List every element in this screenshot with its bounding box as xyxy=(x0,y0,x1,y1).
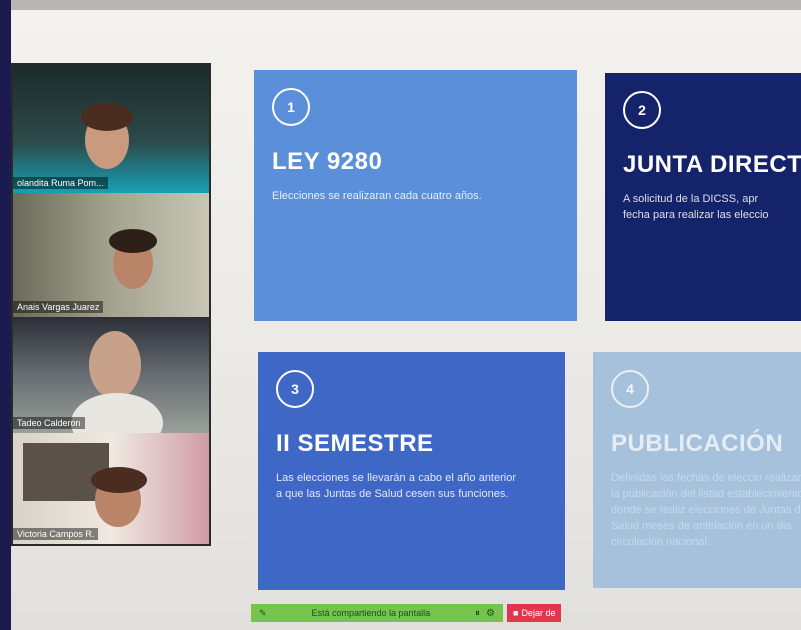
slide-card-junta: 2 JUNTA DIRECTI A solicitud de la DICSS,… xyxy=(605,73,801,321)
card-title: JUNTA DIRECTI xyxy=(623,151,801,178)
participant-video-panel: olandita Ruma Pom... Anais Vargas Juarez… xyxy=(11,63,211,546)
slide-card-ley: 1 LEY 9280 Elecciones se realizaran cada… xyxy=(254,70,577,321)
card-body: Definidas las fechas de eleccio realizar… xyxy=(611,472,801,548)
card-body-line: fecha para realizar las eleccio xyxy=(623,209,769,221)
card-title: LEY 9280 xyxy=(272,148,383,175)
participant-name: Anais Vargas Juarez xyxy=(13,301,104,313)
card-title: PUBLICACIÓN xyxy=(611,430,784,457)
step-number-badge: 2 xyxy=(623,91,661,129)
slide-card-semestre: 3 II SEMESTRE Las elecciones se llevarán… xyxy=(258,352,565,590)
stop-sharing-button[interactable]: ■ Dejar de xyxy=(507,604,562,622)
step-number-badge: 4 xyxy=(611,370,649,408)
stop-icon: ■ xyxy=(513,608,519,618)
video-tile[interactable]: olandita Ruma Pom... xyxy=(13,65,209,193)
stop-sharing-label: Dejar de xyxy=(521,608,556,618)
participant-name: Victoria Campos R. xyxy=(13,528,99,540)
step-number-badge: 1 xyxy=(272,88,310,126)
video-tile[interactable]: Tadeo Calderon xyxy=(13,317,209,433)
video-tile[interactable]: Victoria Campos R. xyxy=(13,433,209,544)
settings-icon[interactable]: ⚙ xyxy=(486,608,495,619)
participant-hair xyxy=(81,103,133,131)
monitor-top-edge xyxy=(0,0,801,10)
card-title: II SEMESTRE xyxy=(276,430,434,457)
card-body: A solicitud de la DICSS, apr fecha para … xyxy=(623,191,801,223)
participant-hair xyxy=(91,467,147,493)
share-icon: ✎ xyxy=(259,607,267,618)
card-body: Las elecciones se llevarán a cabo el año… xyxy=(276,472,516,500)
video-tile[interactable]: Anais Vargas Juarez xyxy=(13,193,209,317)
screen-share-bar: ✎ Está compartiendo la pantalla ⏸ ⚙ ■ De… xyxy=(251,604,567,622)
monitor-bezel xyxy=(0,0,11,630)
card-body: Elecciones se realizaran cada cuatro año… xyxy=(272,190,482,202)
participant-name: olandita Ruma Pom... xyxy=(13,177,108,189)
card-body-line: A solicitud de la DICSS, apr xyxy=(623,193,759,205)
pause-icon[interactable]: ⏸ xyxy=(475,608,480,619)
share-status-indicator: ✎ Está compartiendo la pantalla ⏸ ⚙ xyxy=(251,604,503,622)
slide-card-publicacion: 4 PUBLICACIÓN Definidas las fechas de el… xyxy=(593,352,801,588)
participant-video xyxy=(89,331,141,399)
participant-name: Tadeo Calderon xyxy=(13,417,85,429)
participant-hair xyxy=(109,229,157,253)
participant-shirt xyxy=(71,393,163,433)
share-status-text: Está compartiendo la pantalla xyxy=(311,608,431,618)
step-number-badge: 3 xyxy=(276,370,314,408)
